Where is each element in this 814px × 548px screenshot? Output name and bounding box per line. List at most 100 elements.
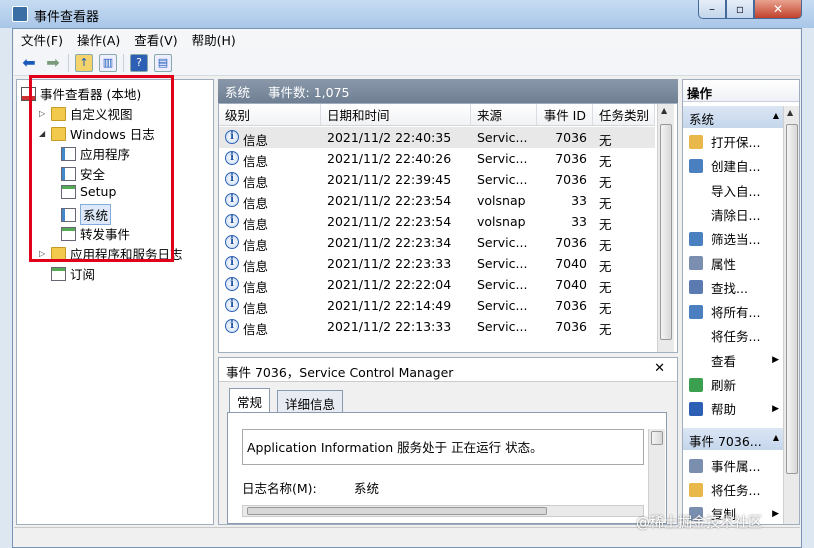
action-item[interactable]: 将任务... [689, 480, 779, 499]
action-item[interactable]: 筛选当... [689, 229, 779, 248]
menu-help[interactable]: 帮助(H) [185, 30, 243, 49]
log-name-value: 系统 [354, 481, 380, 496]
table-row[interactable]: i 信息 2021/11/2 22:22:04 Servic... 7040 无 [219, 274, 655, 295]
cell-dt: 2021/11/2 22:23:54 [327, 193, 452, 208]
collapse-up-icon[interactable]: ▲ [773, 111, 779, 120]
minimize-button[interactable]: – [698, 0, 726, 19]
maximize-button[interactable]: ▫ [726, 0, 754, 19]
cell-cat: 无 [599, 217, 612, 232]
red-highlight-box [29, 75, 174, 262]
action-item[interactable]: 将任务... [689, 326, 779, 345]
info-icon: i [225, 235, 239, 249]
event-count: 事件数: 1,075 [268, 84, 350, 100]
table-row[interactable]: i 信息 2021/11/2 22:14:49 Servic... 7036 无 [219, 295, 655, 316]
window-title: 事件查看器 [34, 10, 100, 25]
collapse-up-icon[interactable]: ▲ [773, 433, 779, 442]
cell-dt: 2021/11/2 22:39:45 [327, 172, 452, 187]
action-item[interactable]: 打开保... [689, 132, 779, 151]
cell-id: 33 [571, 193, 587, 208]
cell-src: volsnap [477, 193, 526, 208]
submenu-arrow-icon: ▶ [772, 355, 779, 366]
action-item[interactable]: 创建自... [689, 156, 779, 175]
menu-action[interactable]: 操作(A) [70, 30, 127, 49]
tab-details[interactable]: 详细信息 [277, 390, 344, 412]
scroll-up-arrow-icon[interactable]: ▲ [787, 108, 793, 117]
cell-cat: 无 [599, 280, 612, 295]
cell-dt: 2021/11/2 22:14:49 [327, 298, 452, 313]
toolbar: ⬅ ➡ ↑ ▥ ? ▤ [14, 50, 800, 76]
detail-close-icon[interactable]: ✕ [654, 361, 665, 376]
cell-dt: 2021/11/2 22:22:04 [327, 277, 452, 292]
actions-section-system[interactable]: 系统 ▲ [683, 106, 783, 128]
column-datetime[interactable]: 日期和时间 [321, 104, 471, 126]
subscription-icon [51, 266, 66, 281]
event-detail-title: 事件 7036，Service Control Manager ✕ [219, 358, 677, 382]
find-icon [689, 280, 703, 295]
attach-task-icon [689, 482, 703, 497]
log-name-label: 日志名称(M): [242, 481, 317, 496]
up-folder-icon[interactable]: ↑ [75, 53, 93, 72]
info-icon: i [225, 319, 239, 333]
table-row[interactable]: i 信息 2021/11/2 22:39:45 Servic... 7036 无 [219, 169, 655, 190]
show-hide-tree-icon[interactable]: ▥ [99, 53, 117, 72]
action-item[interactable]: 导入自... [689, 181, 779, 200]
table-row[interactable]: i 信息 2021/11/2 22:23:54 volsnap 33 无 [219, 190, 655, 211]
toolbar-separator [123, 53, 124, 72]
column-task-category[interactable]: 任务类别 [593, 104, 655, 126]
actions-scrollbar[interactable]: ▲ [783, 106, 799, 524]
menu-file[interactable]: 文件(F) [14, 30, 70, 49]
tree-subscriptions[interactable]: 订阅 [39, 264, 95, 283]
scrollbar-thumb[interactable] [786, 124, 798, 474]
scrollbar-thumb[interactable] [651, 431, 663, 445]
watermark: @稀土掘金技术社区 [636, 515, 762, 531]
menu-view[interactable]: 查看(V) [127, 30, 184, 49]
forward-arrow-icon[interactable]: ➡ [44, 53, 62, 72]
column-source[interactable]: 来源 [471, 104, 537, 126]
event-list-scrollbar[interactable]: ▲ [657, 104, 674, 352]
cell-lvl: 信息 [243, 322, 269, 337]
table-row[interactable]: i 信息 2021/11/2 22:13:33 Servic... 7036 无 [219, 316, 655, 337]
actions-section-event[interactable]: 事件 7036... ▲ [683, 428, 783, 450]
info-icon: i [225, 130, 239, 144]
info-icon: i [225, 277, 239, 291]
help-icon[interactable]: ? [130, 53, 148, 72]
cell-lvl: 信息 [243, 175, 269, 190]
cell-id: 7036 [555, 298, 587, 313]
column-level[interactable]: 级别 [219, 104, 321, 126]
action-item[interactable]: 清除日... [689, 205, 779, 224]
scroll-up-arrow-icon[interactable]: ▲ [661, 106, 667, 115]
action-item[interactable]: 查看 ▶ [689, 351, 779, 370]
action-item[interactable]: 事件属... [689, 456, 779, 475]
back-arrow-icon[interactable]: ⬅ [20, 53, 38, 72]
event-description: Application Information 服务处于 正在运行 状态。 [242, 429, 644, 465]
scrollbar-thumb[interactable] [660, 124, 672, 340]
cell-cat: 无 [599, 259, 612, 274]
action-item[interactable]: 将所有... [689, 302, 779, 321]
column-event-id[interactable]: 事件 ID [537, 104, 593, 126]
close-button[interactable]: ✕ [754, 0, 802, 19]
scrollbar-thumb[interactable] [247, 507, 547, 515]
cell-dt: 2021/11/2 22:40:35 [327, 130, 452, 145]
table-row[interactable]: i 信息 2021/11/2 22:40:35 Servic... 7036 无 [219, 127, 655, 148]
show-hide-action-pane-icon[interactable]: ▤ [154, 53, 172, 72]
cell-dt: 2021/11/2 22:13:33 [327, 319, 452, 334]
action-item[interactable]: 刷新 [689, 375, 779, 394]
table-row[interactable]: i 信息 2021/11/2 22:23:34 Servic... 7036 无 [219, 232, 655, 253]
action-item[interactable]: 帮助 ▶ [689, 399, 779, 418]
detail-horizontal-scrollbar[interactable] [242, 505, 644, 517]
cell-id: 7036 [555, 172, 587, 187]
cell-dt: 2021/11/2 22:23:34 [327, 235, 452, 250]
detail-scrollbar[interactable] [648, 429, 665, 519]
import-icon [689, 183, 703, 197]
view-icon [689, 353, 703, 367]
table-row[interactable]: i 信息 2021/11/2 22:23:54 volsnap 33 无 [219, 211, 655, 232]
tab-general[interactable]: 常规 [229, 388, 271, 412]
event-viewer-app-icon [12, 6, 28, 22]
table-row[interactable]: i 信息 2021/11/2 22:40:26 Servic... 7036 无 [219, 148, 655, 169]
table-row[interactable]: i 信息 2021/11/2 22:23:33 Servic... 7040 无 [219, 253, 655, 274]
cell-lvl: 信息 [243, 238, 269, 253]
action-item[interactable]: 查找... [689, 278, 779, 297]
cell-cat: 无 [599, 196, 612, 211]
action-item[interactable]: 属性 [689, 254, 779, 273]
info-icon: i [225, 214, 239, 228]
